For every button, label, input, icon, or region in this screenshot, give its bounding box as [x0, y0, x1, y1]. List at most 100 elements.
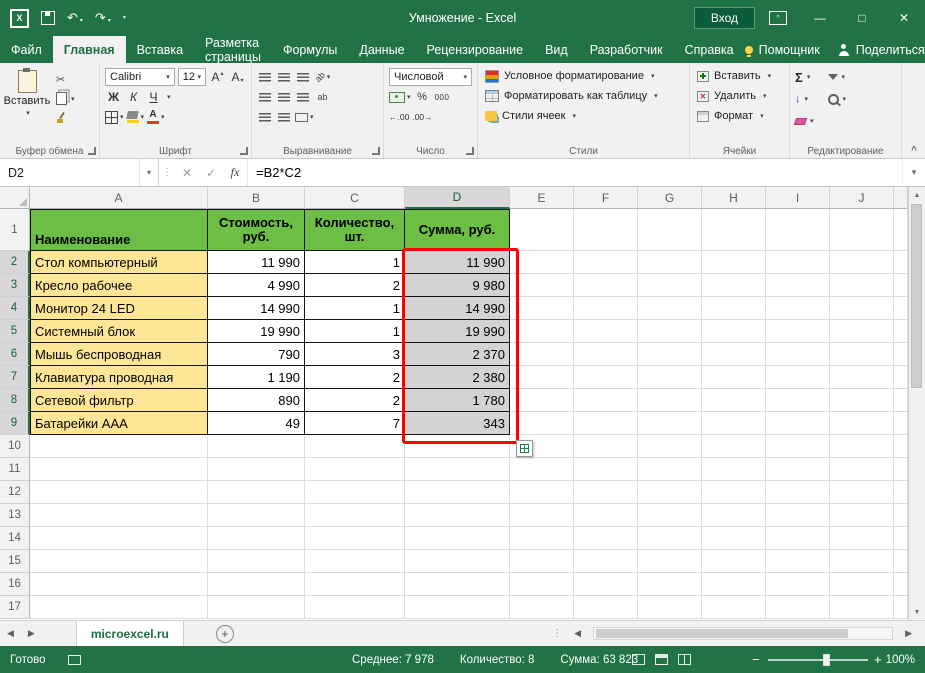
- scroll-right-button[interactable]: ▶: [898, 628, 919, 639]
- undo-button[interactable]: ↶▾: [67, 10, 83, 26]
- cell-E9[interactable]: [510, 412, 574, 435]
- cell-J11[interactable]: [830, 458, 894, 481]
- cell-F11[interactable]: [574, 458, 638, 481]
- vertical-scrollbar[interactable]: ▲ ▼: [908, 187, 925, 620]
- cell-J14[interactable]: [830, 527, 894, 550]
- cell-B9[interactable]: 49: [208, 412, 305, 435]
- scroll-up-button[interactable]: ▲: [909, 187, 925, 203]
- save-icon[interactable]: [41, 11, 55, 25]
- cell-D3[interactable]: 9 980: [405, 274, 510, 297]
- cell-A7[interactable]: Клавиатура проводная: [30, 366, 208, 389]
- italic-button[interactable]: К: [125, 88, 142, 106]
- cell-E13[interactable]: [510, 504, 574, 527]
- clear-button[interactable]: ▾: [793, 112, 816, 130]
- cell-B7[interactable]: 1 190: [208, 366, 305, 389]
- cell-E11[interactable]: [510, 458, 574, 481]
- cell-G10[interactable]: [638, 435, 702, 458]
- horizontal-scroll-thumb[interactable]: [596, 629, 848, 638]
- maximize-button[interactable]: □: [841, 0, 883, 36]
- cell-D2[interactable]: 11 990: [405, 251, 510, 274]
- cell-A15[interactable]: [30, 550, 208, 573]
- page-break-view-button[interactable]: [678, 654, 691, 665]
- cell-C14[interactable]: [305, 527, 405, 550]
- cell-G5[interactable]: [638, 320, 702, 343]
- row-header-11[interactable]: 11: [0, 458, 30, 481]
- accounting-format-button[interactable]: ▾: [389, 88, 411, 106]
- cell-E16[interactable]: [510, 573, 574, 596]
- cell-C6[interactable]: 3: [305, 343, 405, 366]
- orientation-button[interactable]: ab▾: [314, 68, 331, 86]
- cell-C12[interactable]: [305, 481, 405, 504]
- cell-E2[interactable]: [510, 251, 574, 274]
- cell-C11[interactable]: [305, 458, 405, 481]
- tab-view[interactable]: Вид: [534, 36, 579, 63]
- cell-A11[interactable]: [30, 458, 208, 481]
- copy-button[interactable]: ▾: [56, 91, 75, 106]
- cell-G14[interactable]: [638, 527, 702, 550]
- paste-button[interactable]: Вставить ▾: [3, 66, 51, 145]
- cell-D15[interactable]: [405, 550, 510, 573]
- cell-G2[interactable]: [638, 251, 702, 274]
- row-header-3[interactable]: 3: [0, 274, 30, 297]
- cell-H5[interactable]: [702, 320, 766, 343]
- align-bottom-button[interactable]: [295, 69, 311, 85]
- col-header-F[interactable]: F: [574, 187, 638, 209]
- font-size-select[interactable]: 12▾: [178, 68, 206, 86]
- cell-D11[interactable]: [405, 458, 510, 481]
- cell-F14[interactable]: [574, 527, 638, 550]
- cell-E3[interactable]: [510, 274, 574, 297]
- row-header-15[interactable]: 15: [0, 550, 30, 573]
- cell-C3[interactable]: 2: [305, 274, 405, 297]
- cell-H7[interactable]: [702, 366, 766, 389]
- tab-home[interactable]: Главная: [53, 36, 126, 63]
- cell-F15[interactable]: [574, 550, 638, 573]
- cell-B1[interactable]: Стоимость, руб.: [208, 209, 305, 251]
- cell-J1[interactable]: [830, 209, 894, 251]
- row-header-10[interactable]: 10: [0, 435, 30, 458]
- cut-button[interactable]: ✂: [56, 72, 75, 87]
- cell-J3[interactable]: [830, 274, 894, 297]
- grow-font-button[interactable]: А▴: [209, 68, 226, 86]
- cell-H2[interactable]: [702, 251, 766, 274]
- row-header-13[interactable]: 13: [0, 504, 30, 527]
- cell-F5[interactable]: [574, 320, 638, 343]
- cell-D5[interactable]: 19 990: [405, 320, 510, 343]
- cell-D6[interactable]: 2 370: [405, 343, 510, 366]
- cell-D13[interactable]: [405, 504, 510, 527]
- delete-cells-button[interactable]: ✕ Удалить ▾: [693, 86, 786, 106]
- horizontal-scrollbar[interactable]: ⋮ ◀ ▶: [552, 627, 925, 640]
- merge-center-button[interactable]: ▾: [295, 108, 314, 126]
- cell-C17[interactable]: [305, 596, 405, 619]
- cell-C7[interactable]: 2: [305, 366, 405, 389]
- cell-F17[interactable]: [574, 596, 638, 619]
- tab-data[interactable]: Данные: [348, 36, 415, 63]
- cell-A12[interactable]: [30, 481, 208, 504]
- cell-B8[interactable]: 890: [208, 389, 305, 412]
- align-middle-button[interactable]: [276, 69, 292, 85]
- cell-J7[interactable]: [830, 366, 894, 389]
- fill-button[interactable]: ↓▾: [793, 90, 816, 108]
- cell-A16[interactable]: [30, 573, 208, 596]
- page-layout-view-button[interactable]: [655, 654, 668, 665]
- cell-D1[interactable]: Сумма, руб.: [405, 209, 510, 251]
- tab-file[interactable]: Файл: [0, 36, 53, 63]
- cell-F6[interactable]: [574, 343, 638, 366]
- cell-F16[interactable]: [574, 573, 638, 596]
- cell-I15[interactable]: [766, 550, 830, 573]
- scroll-left-button[interactable]: ◀: [567, 628, 588, 639]
- cell-F13[interactable]: [574, 504, 638, 527]
- cell-I1[interactable]: [766, 209, 830, 251]
- cell-J4[interactable]: [830, 297, 894, 320]
- row-header-7[interactable]: 7: [0, 366, 30, 389]
- formula-bar-expand-button[interactable]: ▾: [902, 159, 925, 186]
- cell-I6[interactable]: [766, 343, 830, 366]
- assistant-button[interactable]: Помощник: [745, 43, 820, 57]
- cell-H6[interactable]: [702, 343, 766, 366]
- cell-E14[interactable]: [510, 527, 574, 550]
- cell-D17[interactable]: [405, 596, 510, 619]
- select-all-corner[interactable]: [0, 187, 30, 209]
- cell-B4[interactable]: 14 990: [208, 297, 305, 320]
- normal-view-button[interactable]: [632, 654, 645, 665]
- cell-A17[interactable]: [30, 596, 208, 619]
- row-header-8[interactable]: 8: [0, 389, 30, 412]
